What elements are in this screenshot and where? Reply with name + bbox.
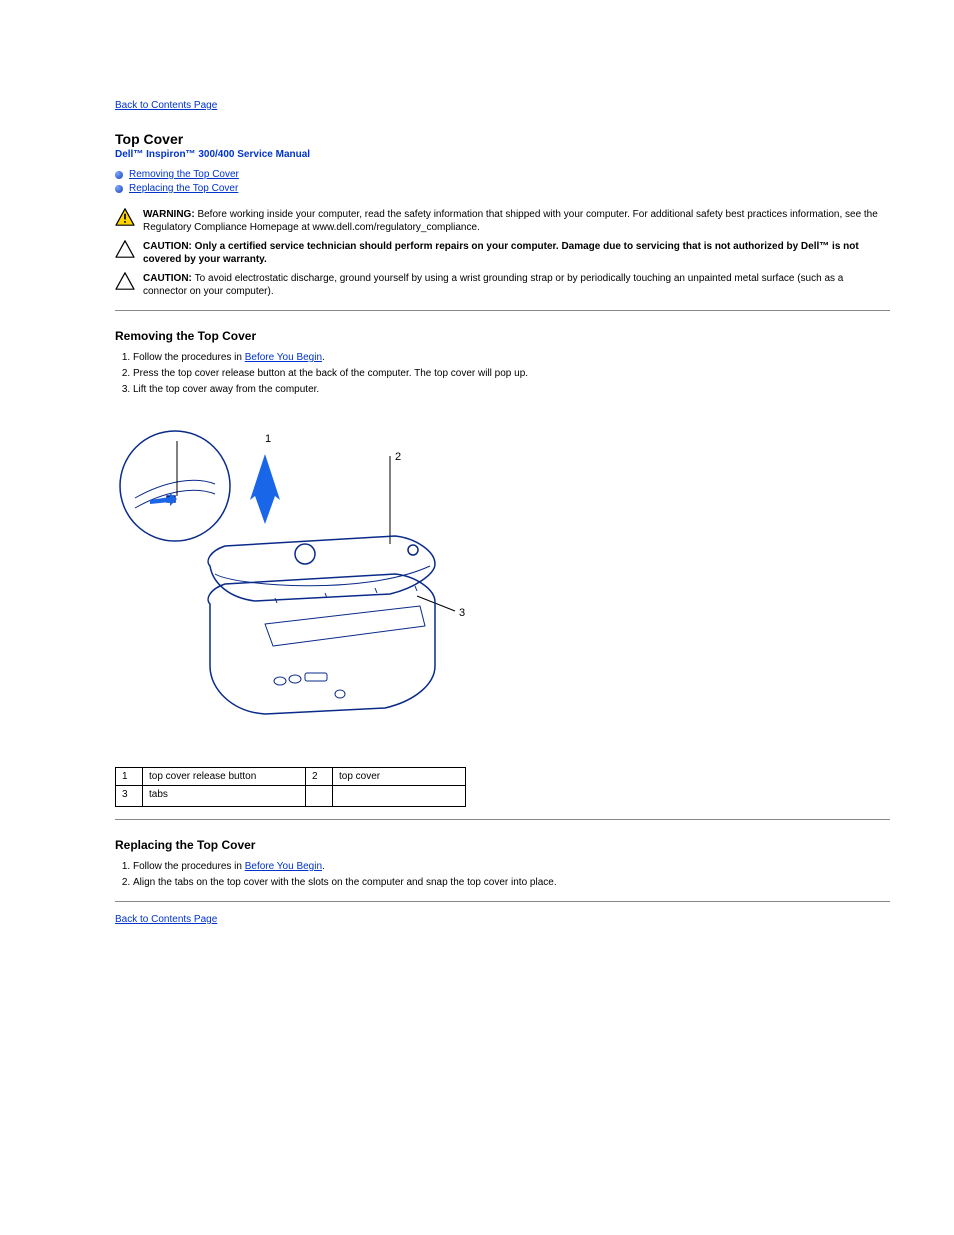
- page-title: Top Cover: [115, 131, 890, 147]
- warning-icon: [115, 208, 137, 229]
- separator: [115, 901, 890, 902]
- back-to-contents-link-bottom[interactable]: Back to Contents Page: [115, 914, 217, 925]
- warning-text: Before working inside your computer, rea…: [143, 209, 878, 233]
- svg-text:1: 1: [265, 433, 271, 445]
- step-text-tail: .: [322, 861, 325, 872]
- remove-heading: Removing the Top Cover: [115, 329, 890, 343]
- caution2-text: To avoid electrostatic discharge, ground…: [143, 273, 843, 297]
- list-item: Follow the procedures in Before You Begi…: [133, 351, 890, 364]
- legend-cell-empty: [306, 786, 333, 807]
- warning-label: WARNING:: [143, 209, 197, 220]
- legend-cell: top cover: [333, 768, 466, 786]
- step-text-tail: .: [322, 352, 325, 363]
- warning-notice: WARNING: Before working inside your comp…: [115, 208, 890, 234]
- toc-link-replace[interactable]: Replacing the Top Cover: [129, 182, 238, 196]
- step-text: Follow the procedures in: [133, 861, 245, 872]
- list-item: Follow the procedures in Before You Begi…: [133, 860, 890, 873]
- legend-cell: tabs: [143, 786, 306, 807]
- svg-text:2: 2: [395, 451, 401, 463]
- computer-body: [208, 536, 435, 714]
- separator: [115, 310, 890, 311]
- bullet-icon: [115, 171, 123, 179]
- before-you-begin-link[interactable]: Before You Begin: [245, 352, 322, 363]
- replace-steps-list: Follow the procedures in Before You Begi…: [115, 860, 890, 889]
- detail-circle: [120, 431, 230, 541]
- caution-icon: [115, 240, 137, 261]
- caution-icon: [115, 272, 137, 293]
- step-text: Follow the procedures in: [133, 352, 245, 363]
- legend-cell: 1: [116, 768, 143, 786]
- back-to-contents-link-top[interactable]: Back to Contents Page: [115, 100, 217, 111]
- svg-text:3: 3: [459, 607, 465, 619]
- caution-notice-2: CAUTION: To avoid electrostatic discharg…: [115, 272, 890, 298]
- caution2-label: CAUTION:: [143, 273, 195, 284]
- replace-heading: Replacing the Top Cover: [115, 838, 890, 852]
- caution1-label: CAUTION:: [143, 241, 195, 252]
- callout-legend-table: 1 top cover release button 2 top cover 3…: [115, 767, 466, 807]
- top-cover-figure: 1 2 3: [115, 426, 890, 749]
- remove-steps-list: Follow the procedures in Before You Begi…: [115, 351, 890, 396]
- legend-cell: 2: [306, 768, 333, 786]
- separator: [115, 819, 890, 820]
- legend-cell-empty: [333, 786, 466, 807]
- list-item: Lift the top cover away from the compute…: [133, 383, 890, 396]
- bullet-icon: [115, 185, 123, 193]
- before-you-begin-link[interactable]: Before You Begin: [245, 861, 322, 872]
- legend-cell: top cover release button: [143, 768, 306, 786]
- legend-cell: 3: [116, 786, 143, 807]
- list-item: Press the top cover release button at th…: [133, 367, 890, 380]
- subtitle: Dell™ Inspiron™ 300/400 Service Manual: [115, 149, 890, 160]
- caution1-text: Only a certified service technician shou…: [143, 241, 859, 265]
- toc-link-remove[interactable]: Removing the Top Cover: [129, 168, 239, 182]
- list-item: Align the tabs on the top cover with the…: [133, 876, 890, 889]
- up-arrow: [250, 454, 280, 524]
- caution-notice-1: CAUTION: Only a certified service techni…: [115, 240, 890, 266]
